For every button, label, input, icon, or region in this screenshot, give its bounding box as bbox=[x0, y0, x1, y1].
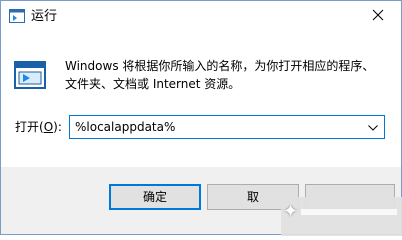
description-text: Windows 将根据你所输入的名称，为你打开相应的程序、 文件夹、文档或 In… bbox=[65, 57, 385, 93]
run-icon bbox=[9, 9, 25, 23]
window-title: 运行 bbox=[31, 9, 58, 24]
title-bar[interactable]: 运行 bbox=[1, 1, 401, 32]
open-label: 打开(O): bbox=[15, 119, 62, 135]
run-dialog: 运行 Windows 将根据你所输入的名称，为你打开相应的程序、 文件夹、文档或… bbox=[0, 0, 402, 236]
close-icon bbox=[372, 9, 384, 24]
open-label-suffix: ): bbox=[53, 120, 62, 134]
description-line-2: 文件夹、文档或 Internet 资源。 bbox=[65, 77, 241, 91]
open-combobox[interactable] bbox=[69, 115, 385, 139]
open-input[interactable] bbox=[70, 116, 367, 138]
run-dialog-icon bbox=[14, 61, 46, 89]
watermark: ✦ bbox=[281, 197, 402, 236]
chevron-down-icon bbox=[368, 120, 378, 134]
description-line-1: Windows 将根据你所输入的名称，为你打开相应的程序、 bbox=[65, 59, 375, 73]
close-button[interactable] bbox=[355, 1, 401, 32]
ok-button[interactable]: 确定 bbox=[109, 184, 201, 210]
open-label-accelerator: O bbox=[43, 120, 54, 134]
open-label-prefix: 打开( bbox=[15, 120, 44, 134]
open-dropdown-button[interactable] bbox=[362, 116, 384, 138]
